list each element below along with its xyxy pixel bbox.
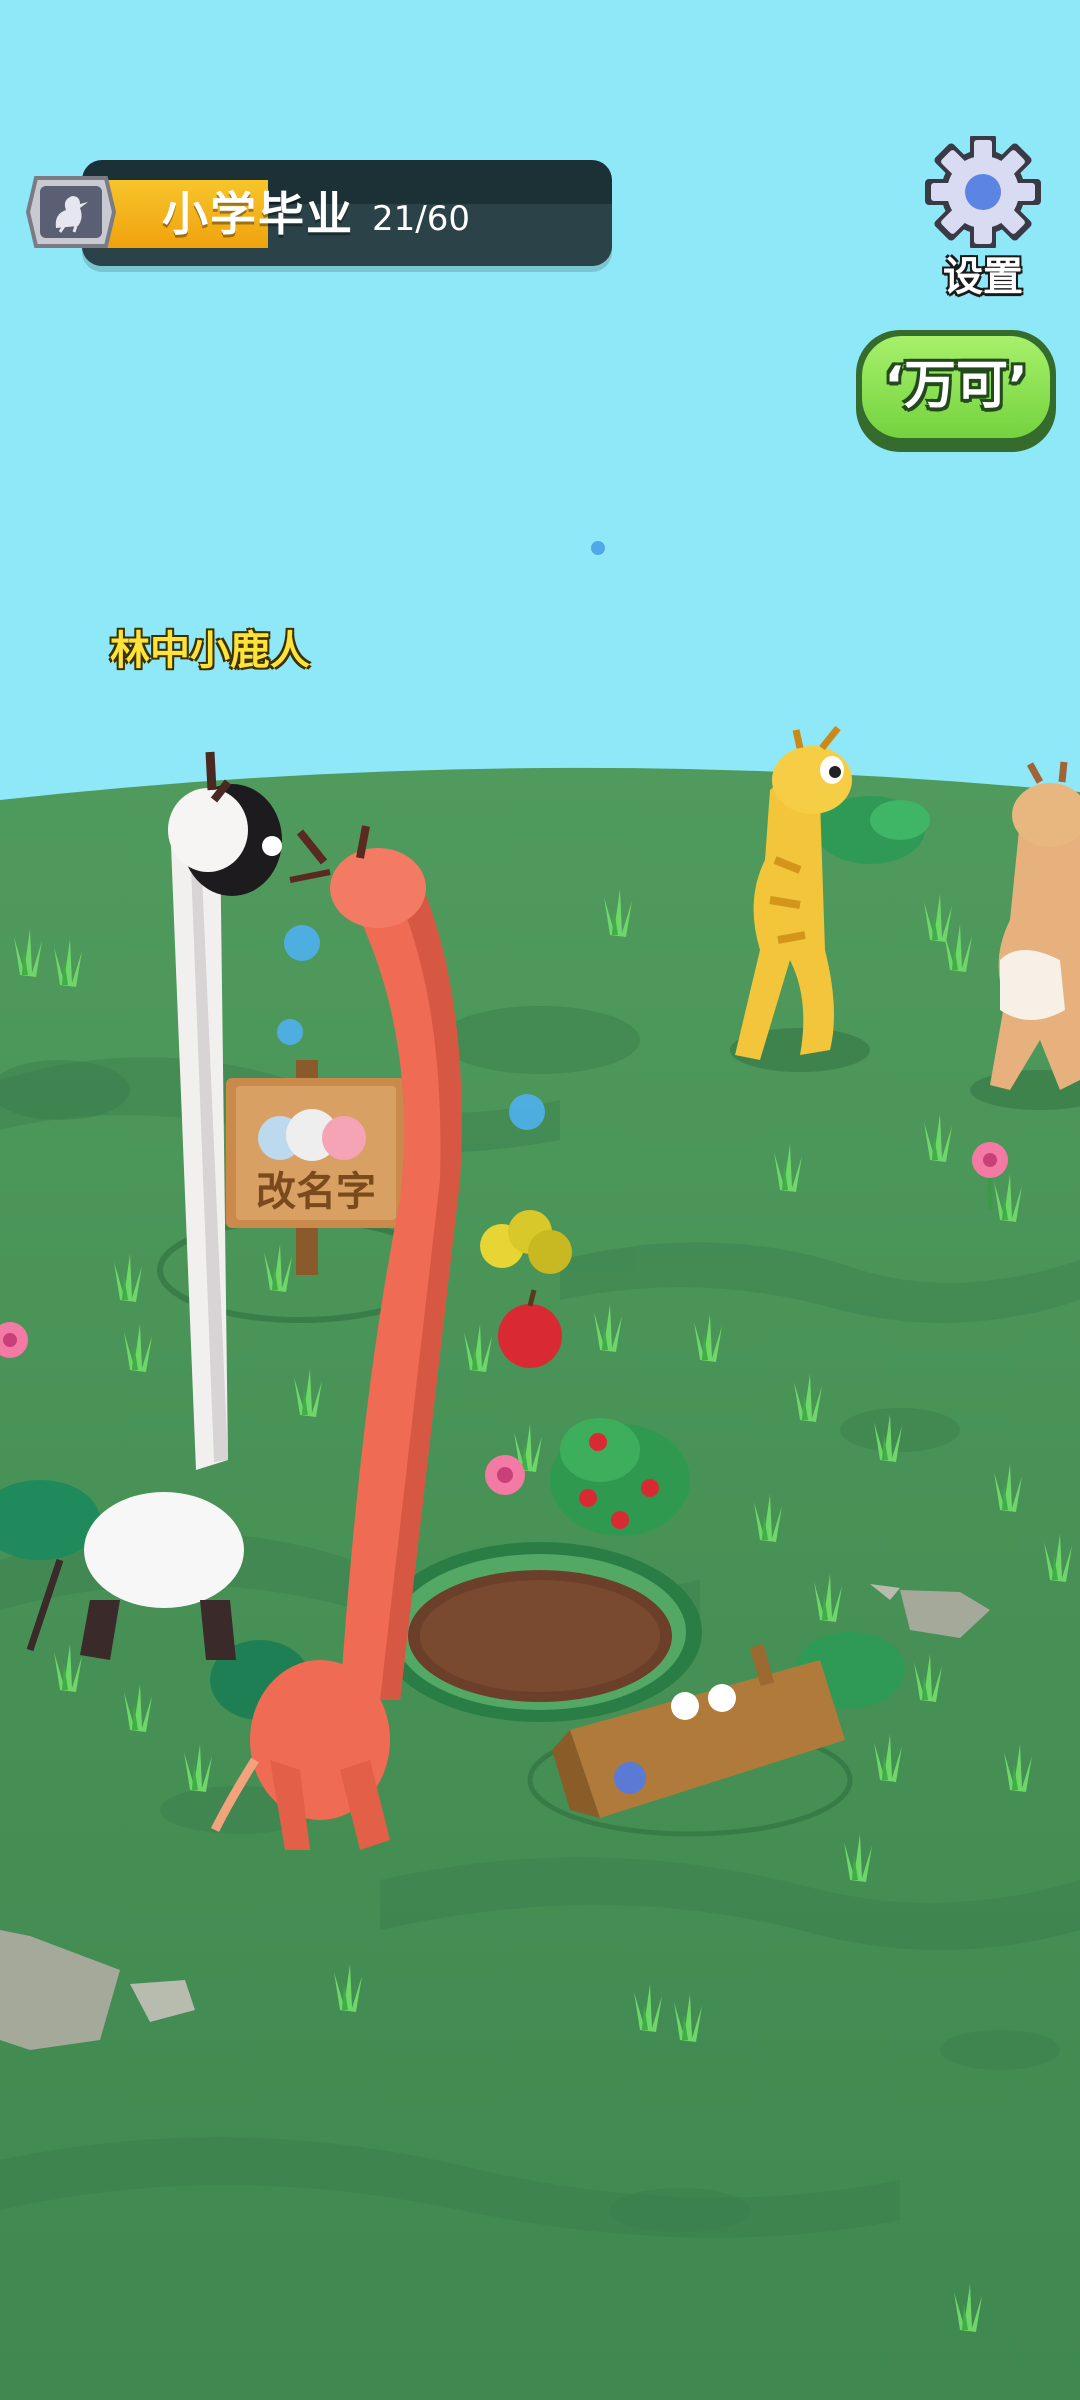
settings-button[interactable]: 设置: [920, 134, 1046, 306]
wanke-button[interactable]: ‘万可’: [856, 330, 1056, 452]
player-name-label: 林中小鹿人: [110, 628, 310, 674]
sign-label: 改名字: [256, 1169, 376, 1215]
pink-flower-center: [485, 1455, 525, 1495]
level-progress: 小学毕业 21/60: [22, 158, 614, 268]
wanke-button-label: ‘万可’: [862, 336, 1050, 438]
bubble: [284, 925, 320, 961]
bubble: [509, 1094, 545, 1130]
dirt-hole[interactable]: [378, 1542, 702, 1722]
goose-icon: [25, 176, 117, 248]
level-progress-count: 21/60: [372, 199, 470, 239]
settings-label: 设置: [943, 254, 1023, 300]
level-title: 小学毕业: [162, 187, 354, 241]
level-text: 小学毕业 21/60: [162, 172, 470, 256]
gear-icon: [925, 134, 1041, 250]
bubble: [277, 1019, 303, 1045]
